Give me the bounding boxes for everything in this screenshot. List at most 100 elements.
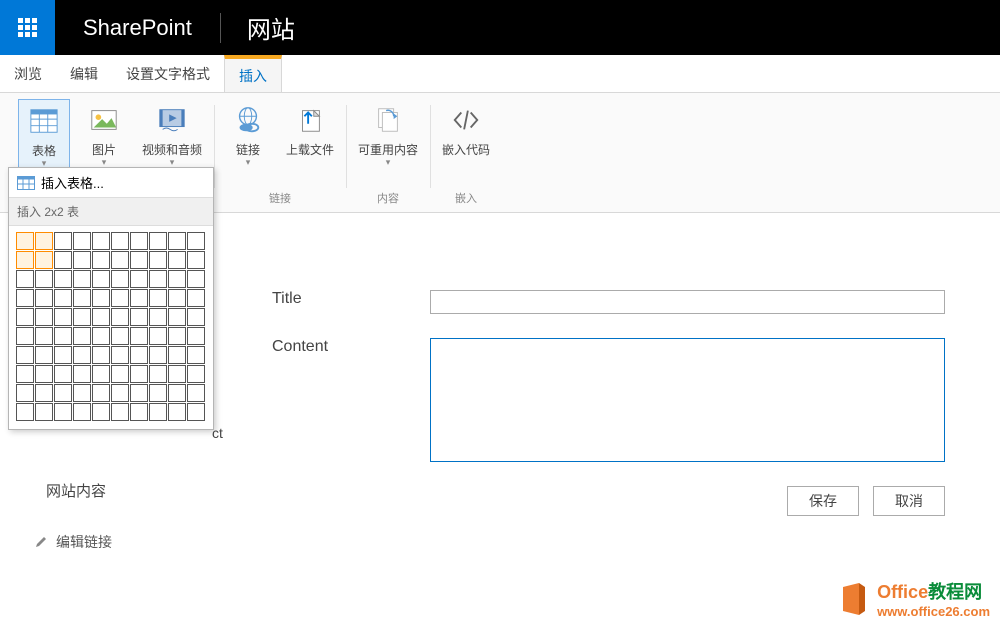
table-picker-cell[interactable] [54, 270, 72, 288]
table-picker-cell[interactable] [16, 346, 34, 364]
table-picker-cell[interactable] [54, 365, 72, 383]
table-picker-cell[interactable] [149, 365, 167, 383]
table-picker-cell[interactable] [16, 308, 34, 326]
table-picker-cell[interactable] [16, 289, 34, 307]
table-picker-cell[interactable] [111, 232, 129, 250]
table-picker-cell[interactable] [111, 365, 129, 383]
table-picker-cell[interactable] [92, 232, 110, 250]
table-picker-cell[interactable] [111, 403, 129, 421]
table-picker-cell[interactable] [168, 251, 186, 269]
table-picker-cell[interactable] [35, 232, 53, 250]
table-picker-cell[interactable] [16, 365, 34, 383]
table-picker-cell[interactable] [35, 327, 53, 345]
table-picker-cell[interactable] [35, 251, 53, 269]
table-picker-cell[interactable] [149, 327, 167, 345]
table-picker-cell[interactable] [111, 289, 129, 307]
table-picker-cell[interactable] [16, 384, 34, 402]
table-picker-cell[interactable] [130, 403, 148, 421]
table-picker-cell[interactable] [149, 289, 167, 307]
table-picker-cell[interactable] [92, 308, 110, 326]
table-picker-cell[interactable] [92, 365, 110, 383]
table-picker-cell[interactable] [35, 384, 53, 402]
table-picker-cell[interactable] [73, 403, 91, 421]
table-picker-cell[interactable] [149, 308, 167, 326]
table-picker-cell[interactable] [54, 327, 72, 345]
table-picker-cell[interactable] [130, 346, 148, 364]
table-picker-cell[interactable] [73, 232, 91, 250]
table-picker-cell[interactable] [73, 384, 91, 402]
title-input[interactable] [430, 290, 945, 314]
table-picker-cell[interactable] [149, 384, 167, 402]
table-picker-cell[interactable] [149, 270, 167, 288]
table-picker-cell[interactable] [130, 365, 148, 383]
table-picker-cell[interactable] [130, 327, 148, 345]
cancel-button[interactable]: 取消 [873, 486, 945, 516]
table-picker-cell[interactable] [16, 270, 34, 288]
table-picker-cell[interactable] [73, 251, 91, 269]
table-size-grid[interactable] [9, 226, 213, 429]
table-picker-cell[interactable] [187, 403, 205, 421]
table-picker-cell[interactable] [111, 308, 129, 326]
table-picker-cell[interactable] [16, 232, 34, 250]
table-picker-cell[interactable] [16, 403, 34, 421]
table-picker-cell[interactable] [168, 232, 186, 250]
table-picker-cell[interactable] [92, 384, 110, 402]
sidebar-item-site-contents[interactable]: 网站内容 [46, 480, 106, 501]
table-picker-cell[interactable] [130, 232, 148, 250]
table-picker-cell[interactable] [73, 308, 91, 326]
insert-table-menuitem[interactable]: 插入表格... [9, 168, 213, 197]
table-picker-cell[interactable] [54, 232, 72, 250]
save-button[interactable]: 保存 [787, 486, 859, 516]
table-picker-cell[interactable] [130, 289, 148, 307]
table-picker-cell[interactable] [187, 251, 205, 269]
table-picker-cell[interactable] [149, 251, 167, 269]
tab-insert[interactable]: 插入 [224, 55, 282, 92]
table-picker-cell[interactable] [92, 289, 110, 307]
table-picker-cell[interactable] [187, 365, 205, 383]
table-picker-cell[interactable] [187, 346, 205, 364]
table-picker-cell[interactable] [35, 365, 53, 383]
table-picker-cell[interactable] [16, 327, 34, 345]
table-picker-cell[interactable] [187, 232, 205, 250]
embed-code-button[interactable]: 嵌入代码 [438, 99, 494, 188]
site-title[interactable]: 网站 [221, 10, 321, 45]
table-picker-cell[interactable] [187, 384, 205, 402]
table-picker-cell[interactable] [73, 270, 91, 288]
table-picker-cell[interactable] [73, 327, 91, 345]
table-picker-cell[interactable] [168, 346, 186, 364]
table-picker-cell[interactable] [168, 270, 186, 288]
table-picker-cell[interactable] [187, 270, 205, 288]
upload-file-button[interactable]: 上载文件 [282, 99, 338, 188]
table-picker-cell[interactable] [54, 289, 72, 307]
table-picker-cell[interactable] [35, 403, 53, 421]
table-picker-cell[interactable] [187, 308, 205, 326]
table-picker-cell[interactable] [16, 251, 34, 269]
table-picker-cell[interactable] [111, 346, 129, 364]
table-picker-cell[interactable] [130, 251, 148, 269]
table-picker-cell[interactable] [187, 289, 205, 307]
table-picker-cell[interactable] [149, 346, 167, 364]
table-picker-cell[interactable] [73, 365, 91, 383]
table-picker-cell[interactable] [54, 346, 72, 364]
table-picker-cell[interactable] [35, 289, 53, 307]
table-picker-cell[interactable] [54, 308, 72, 326]
reusable-content-button[interactable]: 可重用内容 ▾ [354, 99, 422, 188]
table-picker-cell[interactable] [54, 251, 72, 269]
table-picker-cell[interactable] [168, 308, 186, 326]
table-picker-cell[interactable] [111, 327, 129, 345]
table-picker-cell[interactable] [92, 327, 110, 345]
table-picker-cell[interactable] [111, 270, 129, 288]
table-picker-cell[interactable] [111, 251, 129, 269]
table-picker-cell[interactable] [54, 384, 72, 402]
table-picker-cell[interactable] [92, 270, 110, 288]
table-picker-cell[interactable] [130, 308, 148, 326]
app-launcher[interactable] [0, 0, 55, 55]
link-button[interactable]: 链接 ▾ [222, 99, 274, 188]
table-picker-cell[interactable] [149, 232, 167, 250]
table-picker-cell[interactable] [92, 403, 110, 421]
table-picker-cell[interactable] [130, 384, 148, 402]
table-picker-cell[interactable] [149, 403, 167, 421]
content-editor[interactable] [430, 338, 945, 462]
tab-format-text[interactable]: 设置文字格式 [112, 55, 224, 92]
tab-browse[interactable]: 浏览 [0, 55, 56, 92]
